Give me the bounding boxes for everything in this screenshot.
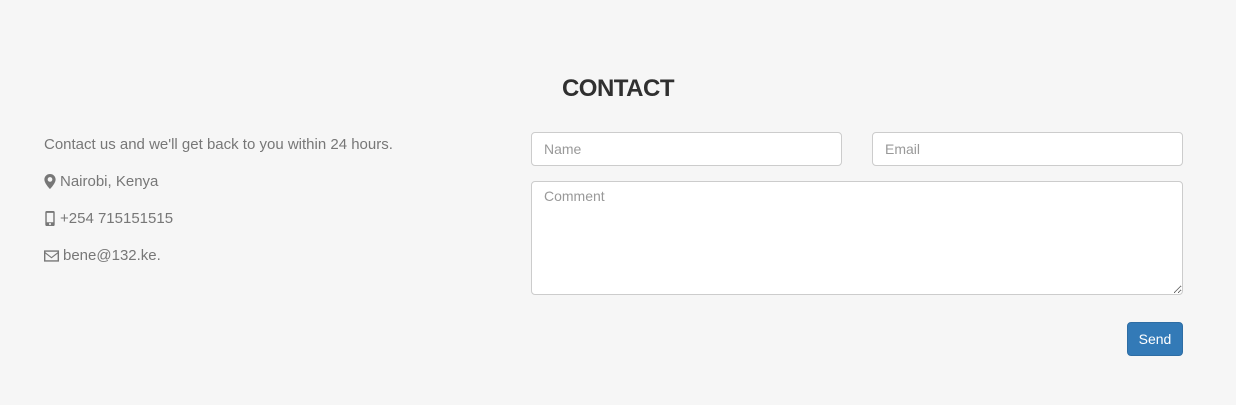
send-button[interactable]: Send — [1127, 322, 1183, 356]
phone-item: +254 715151515 — [44, 210, 393, 227]
phone-icon — [45, 211, 55, 226]
intro-text: Contact us and we'll get back to you wit… — [44, 136, 393, 153]
envelope-icon — [44, 249, 59, 262]
section-title: CONTACT — [561, 75, 675, 102]
email-item: bene@132.ke. — [44, 247, 393, 264]
contact-info: Contact us and we'll get back to you wit… — [44, 136, 393, 284]
map-marker-icon — [44, 174, 56, 189]
comment-textarea[interactable] — [531, 181, 1183, 295]
name-input[interactable] — [531, 132, 842, 166]
email-input[interactable] — [872, 132, 1183, 166]
location-item: Nairobi, Kenya — [44, 173, 393, 190]
